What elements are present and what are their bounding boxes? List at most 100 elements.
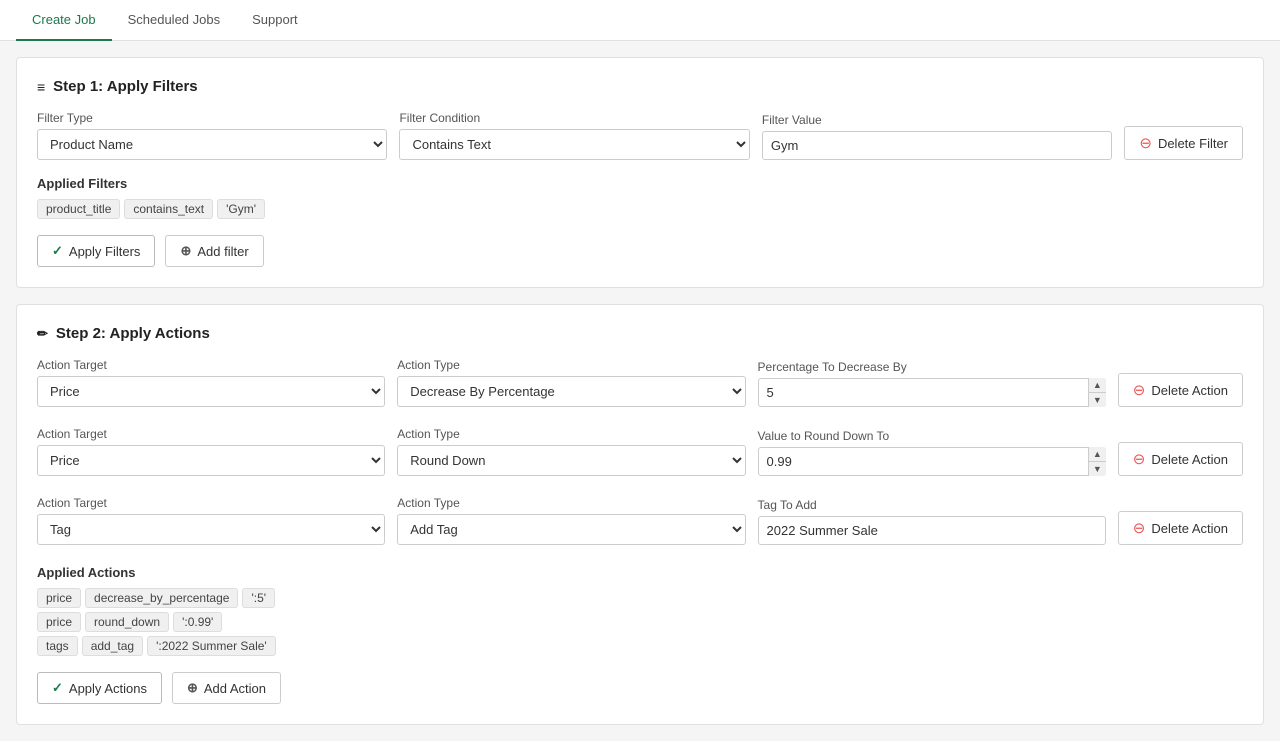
action1-target-select[interactable]: Price [37,376,385,407]
action1-type-label: Action Type [397,358,745,372]
filter-condition-group: Filter Condition Contains Text [399,111,749,160]
filter-type-label: Filter Type [37,111,387,125]
delete-filter-icon: ⊖ [1139,134,1152,152]
plus-icon-2: ⊕ [187,680,198,696]
add-filter-button[interactable]: ⊕ Add filter [165,235,263,267]
action-tag-3b: add_tag [82,636,143,656]
action-tag-2a: price [37,612,81,632]
filter-tag-2: 'Gym' [217,199,265,219]
add-filter-label: Add filter [197,244,248,259]
delete-action1-label: Delete Action [1151,383,1228,398]
action3-type-label: Action Type [397,496,745,510]
delete-action1-icon: ⊖ [1133,381,1146,399]
step2-action-buttons: ✓ Apply Actions ⊕ Add Action [37,672,1243,704]
action-row-1-fields: Action Target Price Action Type Decrease… [37,358,1243,407]
action2-type-select[interactable]: Round Down [397,445,745,476]
apply-filters-button[interactable]: ✓ Apply Filters [37,235,155,267]
action2-value-label: Value to Round Down To [758,429,1106,443]
action1-target-label: Action Target [37,358,385,372]
action3-target-select[interactable]: Tag [37,514,385,545]
action2-spinners: ▲ ▼ [1088,447,1106,476]
delete-filter-label: Delete Filter [1158,136,1228,151]
filter-type-select[interactable]: Product Name [37,129,387,160]
action2-value-wrapper: ▲ ▼ [758,447,1106,476]
action2-target-select[interactable]: Price [37,445,385,476]
step1-header: ≡ Step 1: Apply Filters [37,78,1243,95]
action-tag-1c: ':5' [242,588,275,608]
filter-row: Filter Type Product Name Filter Conditio… [37,111,1243,160]
delete-action3-wrapper: ⊖ Delete Action [1118,511,1243,545]
action3-target-label: Action Target [37,496,385,510]
action2-type-label: Action Type [397,427,745,441]
action1-type-group: Action Type Decrease By Percentage [397,358,745,407]
tab-create-job[interactable]: Create Job [16,0,112,41]
filter-value-label: Filter Value [762,113,1112,127]
action2-target-group: Action Target Price [37,427,385,476]
action1-spin-down[interactable]: ▼ [1088,393,1106,407]
applied-filters-label: Applied Filters [37,176,1243,191]
action-row-2: Action Target Price Action Type Round Do… [37,427,1243,476]
action2-type-group: Action Type Round Down [397,427,745,476]
action-row-3: Action Target Tag Action Type Add Tag Ta… [37,496,1243,545]
action-tag-3c: ':2022 Summer Sale' [147,636,276,656]
filter-tag-1: contains_text [124,199,213,219]
action1-type-select[interactable]: Decrease By Percentage [397,376,745,407]
check-icon-2: ✓ [52,680,63,696]
delete-action2-button[interactable]: ⊖ Delete Action [1118,442,1243,476]
delete-action3-icon: ⊖ [1133,519,1146,537]
add-action-label: Add Action [204,681,266,696]
filter-icon: ≡ [37,79,45,95]
action2-spin-up[interactable]: ▲ [1088,447,1106,462]
action3-type-group: Action Type Add Tag [397,496,745,545]
action1-value-input[interactable] [758,378,1106,407]
delete-filter-wrapper: ⊖ Delete Filter [1124,126,1243,160]
plus-icon: ⊕ [180,243,191,259]
action3-value-input[interactable] [758,516,1106,545]
filter-type-group: Filter Type Product Name [37,111,387,160]
action2-value-input[interactable] [758,447,1106,476]
applied-filters-tags: product_title contains_text 'Gym' [37,199,1243,219]
action-tag-2b: round_down [85,612,169,632]
step2-header: ✏ Step 2: Apply Actions [37,325,1243,342]
action3-value-group: Tag To Add [758,498,1106,545]
delete-action1-wrapper: ⊖ Delete Action [1118,373,1243,407]
action-row-3-fields: Action Target Tag Action Type Add Tag Ta… [37,496,1243,545]
main-content: ≡ Step 1: Apply Filters Filter Type Prod… [0,41,1280,741]
action-tag-1a: price [37,588,81,608]
tab-support[interactable]: Support [236,0,314,41]
pencil-icon: ✏ [37,326,48,342]
tab-scheduled-jobs[interactable]: Scheduled Jobs [112,0,237,41]
action-row-1: Action Target Price Action Type Decrease… [37,358,1243,407]
action1-value-group: Percentage To Decrease By ▲ ▼ [758,360,1106,407]
applied-actions-label: Applied Actions [37,565,1243,580]
step1-card: ≡ Step 1: Apply Filters Filter Type Prod… [16,57,1264,288]
delete-filter-button[interactable]: ⊖ Delete Filter [1124,126,1243,160]
delete-action3-button[interactable]: ⊖ Delete Action [1118,511,1243,545]
check-icon: ✓ [52,243,63,259]
applied-actions-section: Applied Actions price decrease_by_percen… [37,565,1243,656]
step1-action-buttons: ✓ Apply Filters ⊕ Add filter [37,235,1243,267]
filter-value-group: Filter Value [762,113,1112,160]
apply-filters-label: Apply Filters [69,244,141,259]
action1-target-group: Action Target Price [37,358,385,407]
filter-tag-0: product_title [37,199,120,219]
add-action-button[interactable]: ⊕ Add Action [172,672,281,704]
applied-actions-row-2: price round_down ':0.99' [37,612,1243,632]
action3-target-group: Action Target Tag [37,496,385,545]
action3-value-label: Tag To Add [758,498,1106,512]
action3-type-select[interactable]: Add Tag [397,514,745,545]
action-tag-2c: ':0.99' [173,612,222,632]
delete-action2-label: Delete Action [1151,452,1228,467]
delete-action1-button[interactable]: ⊖ Delete Action [1118,373,1243,407]
action-tag-1b: decrease_by_percentage [85,588,238,608]
action1-spinners: ▲ ▼ [1088,378,1106,407]
action1-value-wrapper: ▲ ▼ [758,378,1106,407]
action-row-2-fields: Action Target Price Action Type Round Do… [37,427,1243,476]
action2-spin-down[interactable]: ▼ [1088,462,1106,476]
filter-condition-select[interactable]: Contains Text [399,129,749,160]
step2-title: Step 2: Apply Actions [56,325,210,342]
apply-actions-button[interactable]: ✓ Apply Actions [37,672,162,704]
action1-spin-up[interactable]: ▲ [1088,378,1106,393]
action1-value-label: Percentage To Decrease By [758,360,1106,374]
filter-value-input[interactable] [762,131,1112,160]
